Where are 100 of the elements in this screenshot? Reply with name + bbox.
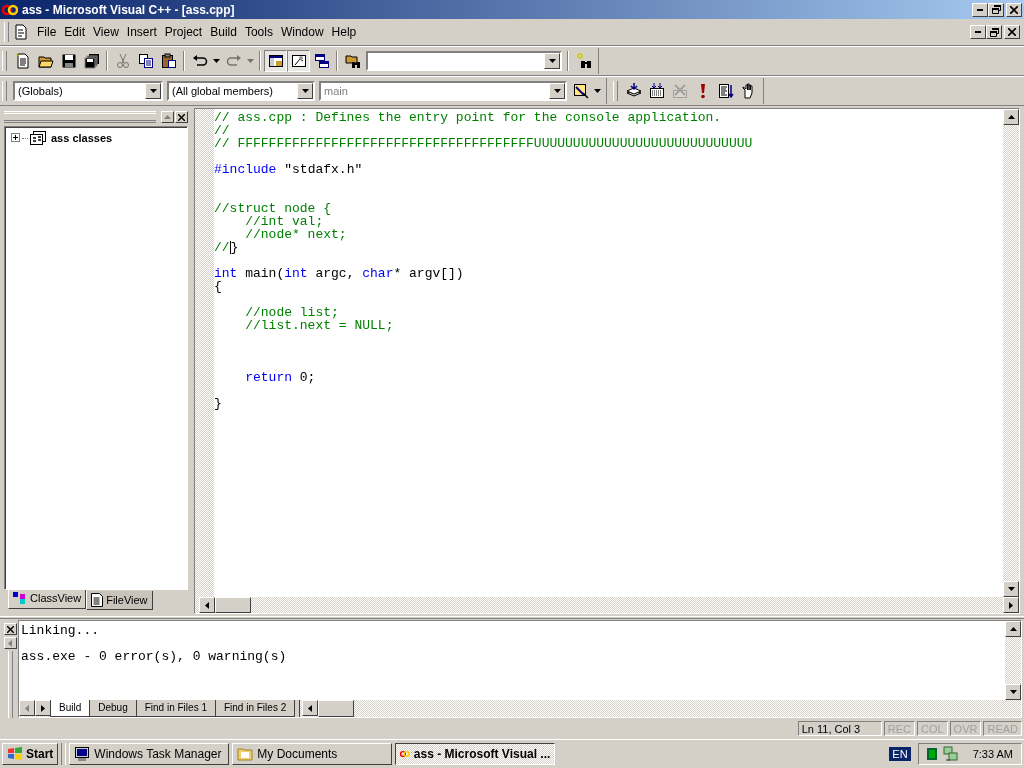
up-arrow-icon: [164, 115, 171, 119]
taskbar-button[interactable]: ass - Microsoft Visual ...: [395, 743, 556, 765]
tab[interactable]: Debug: [89, 700, 137, 717]
close-icon: [1010, 5, 1018, 14]
close-button[interactable]: [1004, 25, 1020, 39]
vertical-scrollbar[interactable]: [1003, 109, 1019, 597]
vertical-scrollbar[interactable]: [1005, 621, 1021, 700]
horizontal-scrollbar[interactable]: [302, 700, 355, 717]
minimize-button[interactable]: [972, 2, 988, 17]
code-line: }: [214, 397, 223, 410]
scroll-up-button[interactable]: [1005, 621, 1021, 637]
scroll-up-button[interactable]: [1003, 109, 1019, 125]
close-button[interactable]: [175, 111, 188, 123]
monitor-icon: [74, 746, 91, 762]
menu-item[interactable]: View: [89, 25, 123, 39]
close-button[interactable]: [3, 623, 17, 635]
menu-item[interactable]: Project: [160, 25, 207, 39]
restore-button[interactable]: [988, 2, 1004, 17]
menu-item[interactable]: Insert: [122, 25, 161, 39]
taskbar-button[interactable]: Windows Task Manager: [69, 743, 230, 765]
scroll-down-button[interactable]: [1005, 684, 1021, 700]
maximize-button[interactable]: [3, 637, 17, 649]
toolbar-grip[interactable]: [2, 50, 7, 71]
folder-icon: [237, 746, 254, 762]
tab-scroll-right-button[interactable]: [35, 700, 51, 716]
dropdown-button[interactable]: [549, 82, 565, 99]
output-line: Linking...: [21, 624, 100, 637]
caret-icon: [149, 88, 157, 93]
app-icon: [2, 2, 18, 17]
dropdown-button[interactable]: [145, 82, 161, 99]
left-arrow-icon: [8, 639, 12, 647]
scroll-thumb[interactable]: [318, 700, 355, 717]
tab[interactable]: Find in Files 2: [214, 700, 296, 717]
scroll-thumb[interactable]: [215, 597, 251, 613]
menu-item[interactable]: File: [33, 25, 61, 39]
output-line: ass.exe - 0 error(s), 0 warning(s): [21, 650, 288, 663]
menu-item[interactable]: Window: [276, 25, 328, 39]
code-line: {: [214, 280, 223, 293]
close-icon: [6, 625, 14, 633]
task-label[interactable]: ass - Microsoft Visual ...: [413, 747, 551, 761]
toolbar-grip[interactable]: [613, 80, 618, 101]
output-window-icon[interactable]: [287, 49, 310, 72]
windows-flag-icon: [7, 747, 23, 761]
tab-label[interactable]: FileView: [106, 594, 148, 606]
panel-grip[interactable]: [7, 651, 13, 718]
menu-bar-grip[interactable]: [4, 22, 9, 42]
code-line: int main(int argc, char* argv[]): [214, 267, 465, 280]
start-button[interactable]: Start: [2, 743, 59, 765]
close-button[interactable]: [1006, 2, 1022, 17]
class-view-icon: [13, 592, 27, 604]
maximize-button[interactable]: [161, 111, 174, 123]
tab[interactable]: FileView: [86, 591, 153, 610]
tab-label[interactable]: ClassView: [30, 592, 82, 604]
tab[interactable]: Build: [50, 700, 91, 717]
network-icon[interactable]: [942, 746, 959, 762]
tab-scroll-left-button[interactable]: [19, 700, 35, 716]
taskbar-grip[interactable]: [61, 743, 67, 765]
tree-item[interactable]: ass classes: [51, 132, 113, 144]
right-arrow-icon: [41, 704, 45, 712]
restore-icon: [989, 27, 999, 37]
dropdown-button[interactable]: [297, 82, 313, 99]
left-arrow-icon: [205, 601, 209, 609]
up-arrow-icon: [1009, 627, 1017, 631]
horizontal-scrollbar[interactable]: [195, 597, 1019, 613]
menu-item[interactable]: Help: [327, 25, 361, 39]
minimize-icon: [975, 31, 981, 33]
menu-item[interactable]: Edit: [60, 25, 90, 39]
window-title: ass - Microsoft Visual C++ - [ass.cpp]: [22, 2, 236, 17]
document-icon[interactable]: [13, 24, 29, 40]
task-label[interactable]: Windows Task Manager: [94, 747, 222, 761]
left-arrow-icon: [25, 704, 29, 712]
code-line: //struct node {: [214, 202, 333, 215]
taskbar-button[interactable]: My Documents: [232, 743, 393, 765]
task-label[interactable]: My Documents: [257, 747, 338, 761]
code-line: return 0;: [244, 371, 317, 384]
tab[interactable]: ClassView: [8, 590, 87, 609]
tab[interactable]: Find in Files 1: [135, 700, 216, 717]
scroll-left-button[interactable]: [302, 700, 319, 716]
find-combo-box[interactable]: [366, 50, 562, 71]
minimize-button[interactable]: [970, 25, 986, 39]
restore-button[interactable]: [986, 25, 1002, 39]
tab-edge[interactable]: [295, 700, 301, 717]
code-line: //list.next = NULL;: [244, 319, 395, 332]
dropdown-button[interactable]: [544, 52, 560, 69]
document-icon: [91, 593, 104, 607]
toolbar-grip[interactable]: [2, 80, 7, 101]
language-indicator[interactable]: EN: [889, 747, 911, 761]
scroll-left-button[interactable]: [199, 597, 215, 613]
scroll-down-button[interactable]: [1003, 581, 1019, 597]
menu-item[interactable]: Tools: [240, 25, 277, 39]
expand-toggle[interactable]: [11, 132, 20, 144]
cursor-position: Ln 11, Col 3: [797, 721, 882, 736]
monitor-icon[interactable]: [926, 748, 937, 760]
code-line: #include "stdafx.h": [214, 163, 364, 176]
scroll-right-button[interactable]: [1003, 597, 1019, 613]
restore-icon: [991, 5, 1001, 14]
code-line: //node list;: [244, 306, 340, 319]
workspace-window-icon[interactable]: [264, 49, 287, 72]
menu-item[interactable]: Build: [206, 25, 241, 39]
classes-icon: [30, 131, 46, 145]
